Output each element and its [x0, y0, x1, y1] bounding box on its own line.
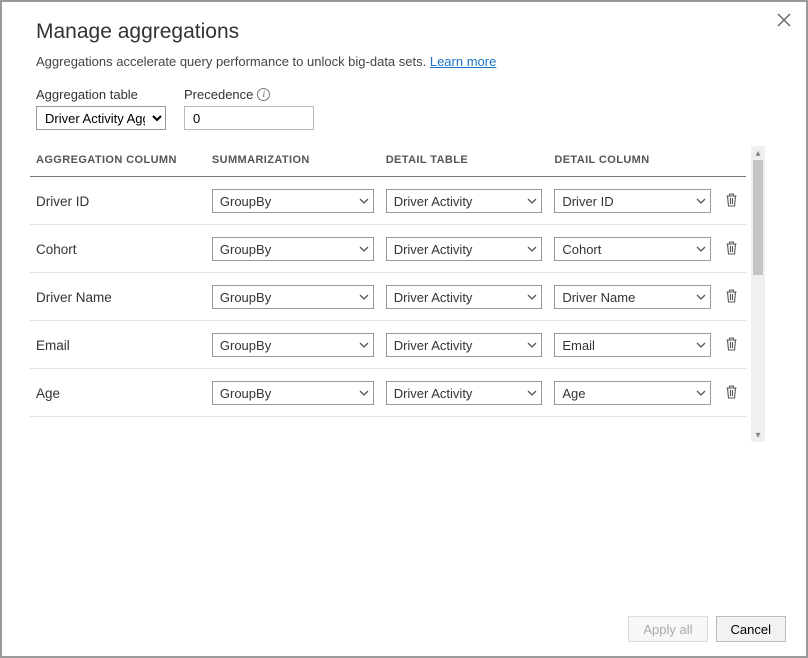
- summarization-select[interactable]: GroupBy: [212, 237, 374, 261]
- detail-column-select[interactable]: Driver ID: [554, 189, 711, 213]
- chevron-down-icon: [359, 292, 369, 302]
- table-row: Cohort GroupBy Driver Activity Cohort: [30, 225, 746, 273]
- delete-row-icon[interactable]: [723, 191, 741, 209]
- chevron-down-icon: [696, 340, 706, 350]
- info-icon[interactable]: i: [257, 88, 270, 101]
- scrollbar[interactable]: ▴ ▾: [751, 146, 765, 442]
- detail-table-select[interactable]: Driver Activity: [386, 333, 543, 357]
- delete-row-icon[interactable]: [723, 335, 741, 353]
- dialog-footer: Apply all Cancel: [628, 616, 786, 642]
- chevron-down-icon: [359, 388, 369, 398]
- chevron-down-icon: [696, 388, 706, 398]
- detail-table-select[interactable]: Driver Activity: [386, 237, 543, 261]
- detail-column-select[interactable]: Cohort: [554, 237, 711, 261]
- learn-more-link[interactable]: Learn more: [430, 54, 496, 69]
- subtitle-text: Aggregations accelerate query performanc…: [36, 54, 430, 69]
- summarization-select[interactable]: GroupBy: [212, 189, 374, 213]
- detail-column-value: Driver Name: [562, 290, 635, 305]
- header-detail-column: DETAIL COLUMN: [548, 146, 717, 177]
- table-row: Driver ID GroupBy Driver Activity Driver ID: [30, 177, 746, 225]
- chevron-down-icon: [527, 196, 537, 206]
- chevron-down-icon: [527, 244, 537, 254]
- scroll-up-icon[interactable]: ▴: [751, 146, 765, 160]
- header-aggregation-column: AGGREGATION COLUMN: [30, 146, 206, 177]
- delete-row-icon[interactable]: [723, 287, 741, 305]
- summarization-select[interactable]: GroupBy: [212, 285, 374, 309]
- chevron-down-icon: [359, 196, 369, 206]
- summarization-value: GroupBy: [220, 338, 271, 353]
- manage-aggregations-dialog: Manage aggregations Aggregations acceler…: [0, 0, 808, 658]
- summarization-value: GroupBy: [220, 194, 271, 209]
- aggregation-column-cell: Age: [30, 369, 206, 417]
- summarization-select[interactable]: GroupBy: [212, 333, 374, 357]
- chevron-down-icon: [359, 340, 369, 350]
- chevron-down-icon: [696, 196, 706, 206]
- aggregation-column-cell: Driver Name: [30, 273, 206, 321]
- summarization-value: GroupBy: [220, 386, 271, 401]
- detail-column-value: Cohort: [562, 242, 601, 257]
- detail-table-value: Driver Activity: [394, 290, 473, 305]
- summarization-select[interactable]: GroupBy: [212, 381, 374, 405]
- detail-table-value: Driver Activity: [394, 338, 473, 353]
- scrollbar-thumb[interactable]: [753, 160, 763, 275]
- dialog-subtitle: Aggregations accelerate query performanc…: [36, 54, 776, 69]
- detail-column-value: Age: [562, 386, 585, 401]
- detail-column-select[interactable]: Email: [554, 333, 711, 357]
- close-icon[interactable]: [776, 12, 792, 28]
- detail-table-select[interactable]: Driver Activity: [386, 285, 543, 309]
- detail-table-value: Driver Activity: [394, 242, 473, 257]
- apply-all-button[interactable]: Apply all: [628, 616, 707, 642]
- summarization-value: GroupBy: [220, 290, 271, 305]
- header-detail-table: DETAIL TABLE: [380, 146, 549, 177]
- detail-table-select[interactable]: Driver Activity: [386, 189, 543, 213]
- table-header-row: AGGREGATION COLUMN SUMMARIZATION DETAIL …: [30, 146, 746, 177]
- detail-table-value: Driver Activity: [394, 386, 473, 401]
- aggregation-column-cell: Cohort: [30, 225, 206, 273]
- detail-column-value: Email: [562, 338, 595, 353]
- chevron-down-icon: [359, 244, 369, 254]
- aggregation-column-cell: Driver ID: [30, 177, 206, 225]
- table-row: Age GroupBy Driver Activity Age: [30, 369, 746, 417]
- chevron-down-icon: [527, 292, 537, 302]
- table-row: Driver Name GroupBy Driver Activity Driver …: [30, 273, 746, 321]
- detail-table-select[interactable]: Driver Activity: [386, 381, 543, 405]
- chevron-down-icon: [527, 388, 537, 398]
- precedence-input[interactable]: [184, 106, 314, 130]
- header-summarization: SUMMARIZATION: [206, 146, 380, 177]
- scroll-down-icon[interactable]: ▾: [751, 428, 765, 442]
- detail-column-select[interactable]: Age: [554, 381, 711, 405]
- aggregation-table-control: Aggregation table Driver Activity Agg: [36, 87, 166, 130]
- aggregation-column-cell: Email: [30, 321, 206, 369]
- precedence-label: Precedence i: [184, 87, 314, 102]
- delete-row-icon[interactable]: [723, 383, 741, 401]
- detail-column-select[interactable]: Driver Name: [554, 285, 711, 309]
- summarization-value: GroupBy: [220, 242, 271, 257]
- aggregation-table-select[interactable]: Driver Activity Agg: [36, 106, 166, 130]
- cancel-button[interactable]: Cancel: [716, 616, 786, 642]
- chevron-down-icon: [696, 244, 706, 254]
- detail-table-value: Driver Activity: [394, 194, 473, 209]
- detail-column-value: Driver ID: [562, 194, 613, 209]
- chevron-down-icon: [527, 340, 537, 350]
- table-row: Email GroupBy Driver Activity Email: [30, 321, 746, 369]
- aggregations-table-region: AGGREGATION COLUMN SUMMARIZATION DETAIL …: [30, 146, 765, 442]
- chevron-down-icon: [696, 292, 706, 302]
- delete-row-icon[interactable]: [723, 239, 741, 257]
- aggregation-table-label: Aggregation table: [36, 87, 166, 102]
- dialog-title: Manage aggregations: [36, 20, 776, 44]
- precedence-control: Precedence i: [184, 87, 314, 130]
